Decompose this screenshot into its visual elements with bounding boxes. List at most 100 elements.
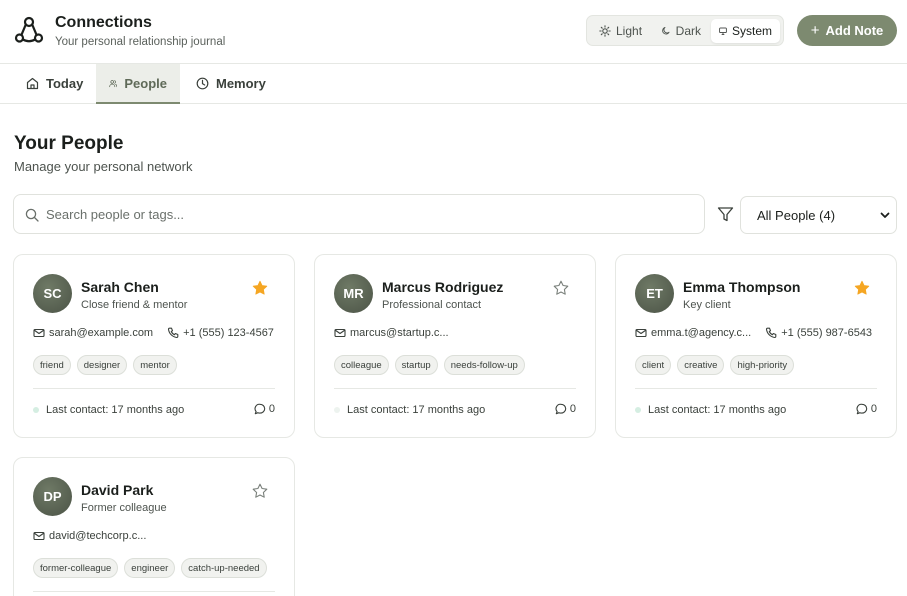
tab-people[interactable]: People xyxy=(96,64,180,104)
connections-logo-icon xyxy=(14,16,44,43)
person-card[interactable]: MR Marcus Rodriguez Professional contact… xyxy=(314,254,596,438)
contact-row: david@techcorp.c... xyxy=(33,529,146,543)
person-card[interactable]: DP David Park Former colleague david@tec… xyxy=(13,457,295,596)
tag[interactable]: designer xyxy=(76,355,128,375)
mail-icon xyxy=(33,531,45,541)
contact-row: emma.t@agency.c... +1 (555) 987-6543 xyxy=(635,326,872,340)
last-contact-text: Last contact: 17 months ago xyxy=(648,404,787,416)
person-name: Sarah Chen xyxy=(81,279,159,295)
clock-icon xyxy=(196,77,209,90)
theme-light-button[interactable]: Light xyxy=(591,19,651,43)
person-role: Former colleague xyxy=(81,502,167,514)
contact-row: sarah@example.com +1 (555) 123-4567 xyxy=(33,326,274,340)
app-subtitle: Your personal relationship journal xyxy=(55,36,226,48)
tag[interactable]: former-colleague xyxy=(33,558,119,578)
chevron-down-icon xyxy=(880,212,890,218)
tag[interactable]: client xyxy=(635,355,672,375)
divider xyxy=(635,388,877,389)
tag[interactable]: creative xyxy=(677,355,725,375)
status-dot xyxy=(635,407,641,413)
theme-light-label: Light xyxy=(616,24,643,38)
person-email[interactable]: david@techcorp.c... xyxy=(49,530,146,542)
nav-tabs: Today People Memory xyxy=(0,64,907,104)
avatar: MR xyxy=(334,274,373,313)
mail-icon xyxy=(33,328,45,338)
person-phone[interactable]: +1 (555) 987-6543 xyxy=(781,327,872,339)
tag-list: client creative high-priority xyxy=(635,355,795,375)
app-title: Connections xyxy=(55,14,152,31)
status-dot xyxy=(334,407,340,413)
star-filled-icon[interactable] xyxy=(854,280,870,296)
phone-icon xyxy=(168,327,179,339)
comment-icon xyxy=(856,403,868,415)
notes-count[interactable]: 0 xyxy=(555,403,576,415)
notes-count[interactable]: 0 xyxy=(856,403,877,415)
tag-list: friend designer mentor xyxy=(33,355,177,375)
person-phone[interactable]: +1 (555) 123-4567 xyxy=(183,327,274,339)
add-note-label: Add Note xyxy=(825,23,884,38)
person-email[interactable]: emma.t@agency.c... xyxy=(651,327,751,339)
tag[interactable]: mentor xyxy=(133,355,177,375)
people-filter-select[interactable]: All People (4) xyxy=(740,196,897,234)
moon-icon xyxy=(662,27,670,35)
notes-count[interactable]: 0 xyxy=(254,403,275,415)
last-contact-text: Last contact: 17 months ago xyxy=(46,404,185,416)
search-input[interactable] xyxy=(46,196,686,232)
person-email[interactable]: sarah@example.com xyxy=(49,327,153,339)
tag[interactable]: startup xyxy=(394,355,438,375)
plus-icon: + xyxy=(810,22,820,39)
divider xyxy=(33,591,275,592)
person-card[interactable]: ET Emma Thompson Key client emma.t@agenc… xyxy=(615,254,897,438)
home-icon xyxy=(26,77,39,90)
people-filter-value: All People (4) xyxy=(757,207,836,223)
person-role: Professional contact xyxy=(382,299,482,311)
person-email[interactable]: marcus@startup.c... xyxy=(350,327,449,339)
tab-today[interactable]: Today xyxy=(13,64,96,103)
notes-count-value: 0 xyxy=(870,403,877,415)
star-filled-icon[interactable] xyxy=(252,280,268,296)
add-note-button[interactable]: + Add Note xyxy=(797,15,897,46)
page-title: Your People xyxy=(14,133,124,154)
avatar: SC xyxy=(33,274,72,313)
notes-count-value: 0 xyxy=(569,403,576,415)
theme-dark-label: Dark xyxy=(675,24,701,38)
avatar: DP xyxy=(33,477,72,516)
person-name: Marcus Rodriguez xyxy=(382,279,504,295)
star-outline-icon[interactable] xyxy=(553,280,569,296)
tab-memory[interactable]: Memory xyxy=(183,64,279,103)
tag[interactable]: high-priority xyxy=(730,355,795,375)
tag[interactable]: colleague xyxy=(334,355,389,375)
search-box xyxy=(13,194,705,234)
tag[interactable]: engineer xyxy=(124,558,176,578)
person-name: David Park xyxy=(81,482,154,498)
tab-today-label: Today xyxy=(46,76,84,91)
avatar: ET xyxy=(635,274,674,313)
page-subtitle: Manage your personal network xyxy=(14,159,193,174)
person-card[interactable]: SC Sarah Chen Close friend & mentor sara… xyxy=(13,254,295,438)
tab-memory-label: Memory xyxy=(216,76,266,91)
users-icon xyxy=(109,79,118,87)
notes-count-value: 0 xyxy=(268,403,275,415)
mail-icon xyxy=(635,328,647,338)
tag[interactable]: catch-up-needed xyxy=(181,558,267,578)
tab-people-label: People xyxy=(124,75,167,91)
last-contact-text: Last contact: 17 months ago xyxy=(347,404,486,416)
comment-icon xyxy=(555,403,567,415)
divider xyxy=(33,388,275,389)
contact-row: marcus@startup.c... xyxy=(334,326,449,340)
filter-icon[interactable] xyxy=(717,206,734,223)
tag-list: colleague startup needs-follow-up xyxy=(334,355,525,375)
tag[interactable]: needs-follow-up xyxy=(443,355,525,375)
theme-dark-button[interactable]: Dark xyxy=(653,19,709,43)
person-role: Key client xyxy=(683,299,731,311)
star-outline-icon[interactable] xyxy=(252,483,268,499)
last-contact: Last contact: 17 months ago xyxy=(635,404,786,416)
tag[interactable]: friend xyxy=(33,355,71,375)
tag-list: former-colleague engineer catch-up-neede… xyxy=(33,558,267,578)
person-name: Emma Thompson xyxy=(683,279,801,295)
last-contact: Last contact: 17 months ago xyxy=(334,404,485,416)
theme-system-button[interactable]: System xyxy=(711,19,780,43)
app-header: Connections Your personal relationship j… xyxy=(0,0,907,64)
comment-icon xyxy=(254,403,266,415)
phone-icon xyxy=(766,327,777,339)
